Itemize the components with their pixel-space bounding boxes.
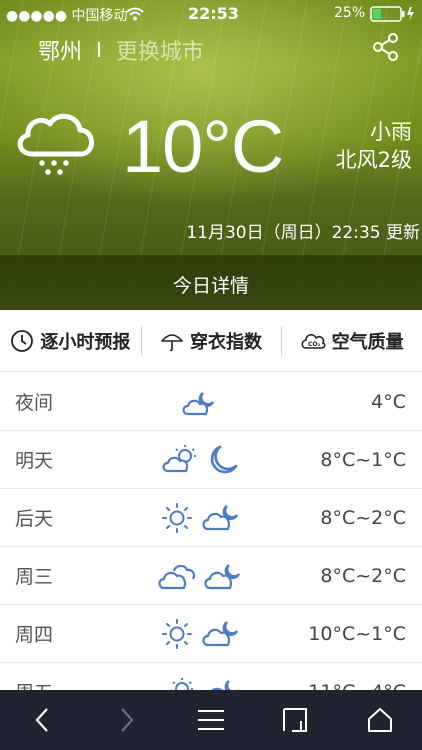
forecast-row[interactable]: 周三 8°C~2°C xyxy=(0,547,422,605)
tab-label: 逐小时预报 xyxy=(40,331,131,353)
carrier-signal: ●●●●● 中国移动 xyxy=(6,8,128,24)
battery-icon xyxy=(370,6,414,22)
home-button[interactable] xyxy=(358,698,402,742)
forecast-day: 周四 xyxy=(15,624,54,646)
partly-cloudy-night-icon xyxy=(204,563,240,589)
update-time: 11月30日（周日）22:35 更新 xyxy=(186,223,420,243)
city-bar: 鄂州 I 更换城市 xyxy=(38,34,204,66)
cloud-rain-icon xyxy=(17,113,94,175)
wind-text: 北风2级 xyxy=(335,148,412,172)
forecast-row[interactable]: 夜间 4°C xyxy=(0,373,422,431)
hero-panel: 鄂州 I 更换城市 10°C 小雨 北风2级 11月30日（周日）22:35 更… xyxy=(0,0,422,310)
forecast-day: 夜间 xyxy=(15,392,54,414)
menu-button[interactable] xyxy=(189,698,233,742)
svg-text:CO₂: CO₂ xyxy=(308,341,321,348)
chevron-right-icon xyxy=(120,708,134,732)
sun-icon xyxy=(162,502,192,533)
tabs-button[interactable] xyxy=(273,698,317,742)
tab-dressing-index[interactable]: 穿衣指数 xyxy=(140,310,282,371)
tab-label: 空气质量 xyxy=(331,331,404,353)
tab-air-quality[interactable]: CO₂ 空气质量 xyxy=(281,310,422,371)
clock-icon xyxy=(11,329,34,352)
forecast-icons xyxy=(150,387,250,417)
co2-cloud-icon: CO₂ xyxy=(301,333,326,349)
status-bar: ●●●●● 中国移动 22:53 25% xyxy=(0,0,422,28)
forecast-row[interactable]: 后天 8°C~2°C xyxy=(0,489,422,547)
forecast-icons xyxy=(150,502,250,534)
window-tabs-icon xyxy=(283,708,308,732)
forecast-day: 周三 xyxy=(15,566,54,588)
forecast-day: 明天 xyxy=(15,450,54,472)
umbrella-icon xyxy=(161,333,183,351)
back-button[interactable] xyxy=(20,698,64,742)
weather-app-screen: 鄂州 I 更换城市 10°C 小雨 北风2级 11月30日（周日）22:35 更… xyxy=(0,0,422,750)
forecast-icons xyxy=(150,561,250,591)
forecast-range: 8°C~2°C xyxy=(320,506,406,529)
city-name[interactable]: 鄂州 xyxy=(38,34,82,66)
today-detail-button[interactable]: 今日详情 xyxy=(0,258,422,310)
home-icon xyxy=(367,708,392,732)
forecast-list: 夜间 4°C 明天 8°C~1°C 后天 8°C~2°C 周三 8°C~2°C … xyxy=(0,373,422,721)
forecast-range: 4°C xyxy=(371,390,406,413)
current-condition-block: 小雨 北风2级 xyxy=(336,118,412,174)
change-city-link[interactable]: 更换城市 xyxy=(116,34,204,66)
partly-cloudy-night-icon xyxy=(202,504,238,530)
sun-icon xyxy=(162,618,192,649)
cloudy-icon xyxy=(158,564,196,589)
chevron-left-icon xyxy=(35,708,49,732)
partly-cloudy-night-icon xyxy=(202,620,238,646)
forecast-icons xyxy=(150,618,250,650)
forecast-icons xyxy=(150,444,250,476)
menu-icon xyxy=(197,710,224,730)
browser-toolbar xyxy=(0,690,422,750)
forecast-row[interactable]: 明天 8°C~1°C xyxy=(0,431,422,489)
share-icon[interactable] xyxy=(372,32,400,62)
tab-hourly-forecast[interactable]: 逐小时预报 xyxy=(0,310,141,371)
tab-bar: 逐小时预报 穿衣指数 CO₂ 空气质量 xyxy=(0,310,422,372)
partly-cloudy-day-icon xyxy=(162,444,196,472)
forecast-range: 8°C~1°C xyxy=(320,448,406,471)
condition-text: 小雨 xyxy=(370,120,412,144)
cloudy-night-icon xyxy=(182,391,214,415)
forward-button[interactable] xyxy=(105,698,149,742)
wifi-icon xyxy=(126,7,144,21)
clock-time: 22:53 xyxy=(188,4,239,23)
forecast-row[interactable]: 周四 10°C~1°C xyxy=(0,605,422,663)
moon-icon xyxy=(210,445,238,473)
forecast-range: 10°C~1°C xyxy=(308,622,406,645)
battery-percent: 25% xyxy=(334,5,366,21)
current-temperature: 10°C xyxy=(122,105,284,188)
forecast-range: 8°C~2°C xyxy=(320,564,406,587)
forecast-day: 后天 xyxy=(15,508,54,530)
city-separator: I xyxy=(96,38,102,62)
tab-label: 穿衣指数 xyxy=(190,331,262,353)
